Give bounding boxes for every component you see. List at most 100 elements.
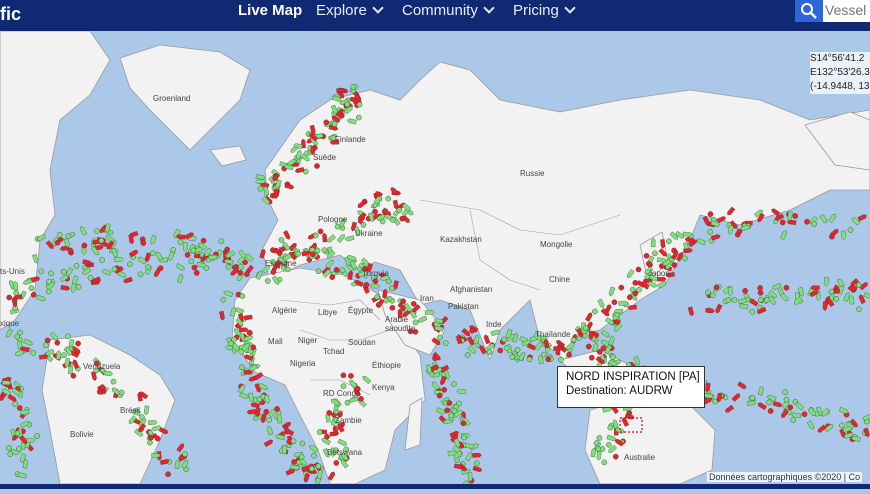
- vessel-marker[interactable]: [433, 364, 439, 371]
- vessel-marker[interactable]: [614, 319, 621, 325]
- vessel-marker[interactable]: [149, 250, 156, 256]
- vessel-marker[interactable]: [545, 356, 552, 363]
- vessel-marker[interactable]: [244, 271, 250, 278]
- vessel-marker[interactable]: [792, 213, 799, 219]
- vessel-marker[interactable]: [38, 268, 45, 275]
- vessel-marker[interactable]: [298, 454, 305, 460]
- vessel-marker[interactable]: [374, 294, 381, 300]
- vessel-marker[interactable]: [14, 430, 21, 437]
- vessel-marker[interactable]: [16, 405, 23, 411]
- vessel-marker[interactable]: [736, 228, 743, 235]
- nav-pricing[interactable]: Pricing: [513, 1, 576, 32]
- vessel-marker[interactable]: [263, 408, 270, 415]
- vessel-marker[interactable]: [801, 411, 808, 418]
- vessel-marker[interactable]: [247, 329, 253, 336]
- vessel-marker[interactable]: [73, 263, 80, 269]
- vessel-marker[interactable]: [264, 278, 271, 284]
- vessel-marker[interactable]: [601, 459, 608, 466]
- vessel-marker[interactable]: [266, 416, 272, 423]
- vessel-marker[interactable]: [329, 274, 336, 280]
- vessel-marker[interactable]: [61, 268, 67, 275]
- vessel-marker[interactable]: [356, 101, 363, 108]
- vessel-marker[interactable]: [6, 294, 12, 301]
- vessel-marker[interactable]: [344, 101, 351, 108]
- vessel-marker[interactable]: [592, 308, 598, 315]
- vessel-marker[interactable]: [315, 268, 322, 275]
- vessel-marker[interactable]: [272, 175, 278, 181]
- vessel-marker[interactable]: [225, 263, 232, 270]
- vessel-marker[interactable]: [184, 252, 191, 258]
- vessel-marker[interactable]: [610, 354, 616, 360]
- vessel-marker[interactable]: [469, 327, 476, 334]
- vessel-marker[interactable]: [613, 453, 619, 460]
- vessel-marker[interactable]: [94, 228, 100, 234]
- vessel-marker[interactable]: [446, 400, 453, 406]
- vessel-marker[interactable]: [81, 242, 88, 249]
- nav-community[interactable]: Community: [402, 1, 495, 32]
- vessel-marker[interactable]: [111, 266, 118, 273]
- vessel-marker[interactable]: [127, 261, 133, 268]
- vessel-marker[interactable]: [399, 215, 406, 222]
- vessel-marker[interactable]: [503, 345, 510, 351]
- vessel-marker[interactable]: [228, 340, 234, 347]
- vessel-marker[interactable]: [250, 344, 257, 351]
- vessel-marker[interactable]: [270, 247, 276, 253]
- search-input[interactable]: [825, 2, 870, 18]
- vessel-marker[interactable]: [316, 429, 323, 435]
- vessel-marker[interactable]: [177, 239, 184, 245]
- vessel-marker[interactable]: [6, 445, 12, 451]
- vessel-marker[interactable]: [607, 424, 614, 431]
- vessel-marker[interactable]: [811, 221, 817, 227]
- vessel-marker[interactable]: [389, 285, 395, 292]
- vessel-marker[interactable]: [460, 420, 467, 427]
- vessel-marker[interactable]: [757, 285, 763, 291]
- vessel-marker[interactable]: [829, 233, 835, 240]
- vessel-marker[interactable]: [618, 284, 625, 291]
- vessel-marker[interactable]: [593, 440, 600, 446]
- vessel-marker[interactable]: [606, 441, 612, 448]
- vessel-marker[interactable]: [643, 252, 650, 259]
- vessel-marker[interactable]: [783, 284, 790, 291]
- vessel-marker[interactable]: [448, 412, 455, 419]
- search-button[interactable]: [795, 0, 823, 22]
- vessel-marker[interactable]: [749, 395, 756, 401]
- vessel-marker[interactable]: [137, 271, 144, 278]
- vessel-marker[interactable]: [257, 185, 264, 192]
- vessel-marker[interactable]: [331, 121, 338, 127]
- vessel-marker[interactable]: [839, 422, 845, 429]
- vessel-marker[interactable]: [389, 216, 396, 223]
- vessel-marker[interactable]: [456, 389, 466, 394]
- vessel-marker[interactable]: [324, 433, 330, 440]
- vessel-marker[interactable]: [34, 433, 41, 439]
- vessel-marker[interactable]: [339, 267, 346, 274]
- vessel-marker[interactable]: [348, 373, 354, 379]
- vessel-marker[interactable]: [595, 446, 601, 452]
- vessel-marker[interactable]: [758, 296, 764, 303]
- vessel-marker[interactable]: [635, 266, 642, 273]
- vessel-marker[interactable]: [193, 270, 200, 276]
- vessel-marker[interactable]: [321, 247, 328, 253]
- vessel-marker[interactable]: [767, 408, 774, 414]
- vessel-marker[interactable]: [464, 352, 471, 358]
- vessel-marker[interactable]: [188, 258, 195, 265]
- vessel-marker[interactable]: [65, 333, 71, 340]
- vessel-marker[interactable]: [514, 347, 521, 353]
- vessel-marker[interactable]: [410, 300, 417, 307]
- vessel-marker[interactable]: [804, 218, 810, 225]
- vessel-marker[interactable]: [442, 340, 449, 346]
- vessel-marker[interactable]: [363, 281, 370, 288]
- vessel-marker[interactable]: [707, 229, 714, 235]
- vessel-marker[interactable]: [553, 346, 563, 351]
- vessel-marker[interactable]: [713, 284, 720, 291]
- vessel-marker[interactable]: [290, 438, 297, 444]
- vessel-marker[interactable]: [42, 342, 49, 348]
- vessel-marker[interactable]: [30, 291, 37, 298]
- vessel-marker[interactable]: [96, 388, 103, 395]
- vessel-marker[interactable]: [12, 401, 19, 407]
- vessel-marker[interactable]: [566, 351, 572, 358]
- vessel-marker[interactable]: [61, 352, 67, 358]
- vessel-marker[interactable]: [461, 434, 467, 441]
- vessel-marker[interactable]: [834, 288, 841, 294]
- vessel-marker[interactable]: [632, 290, 639, 297]
- vessel-marker[interactable]: [98, 237, 105, 244]
